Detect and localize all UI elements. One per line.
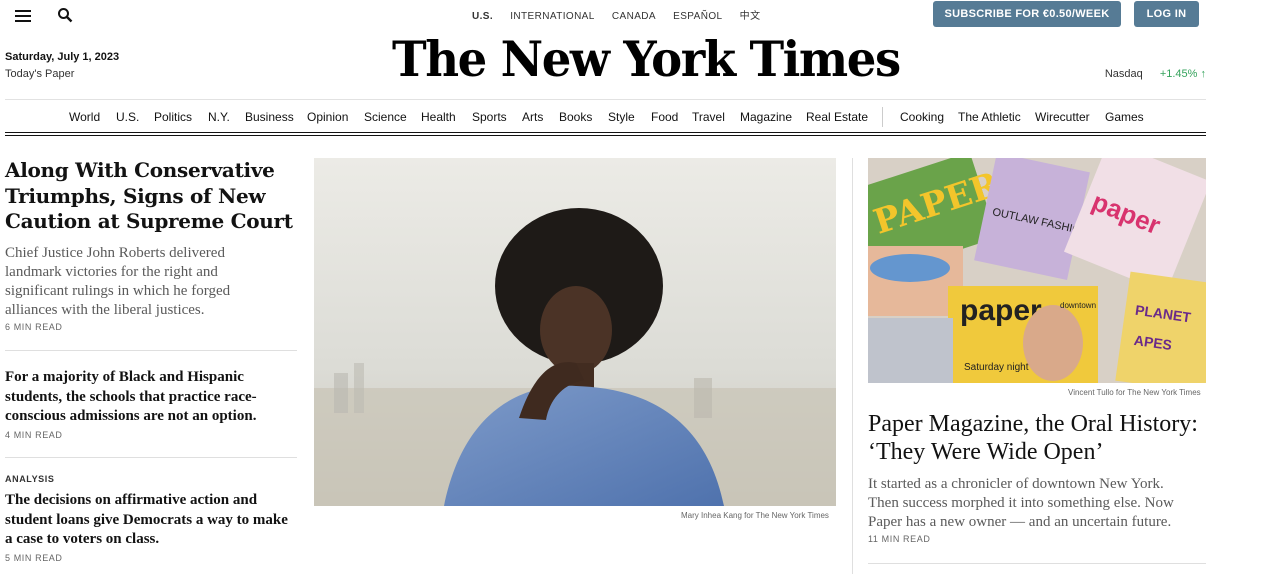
lead-photo-credit: Mary Inhea Kang for The New York Times — [681, 511, 829, 520]
collage-text: downtown — [1060, 301, 1096, 310]
nav-item-science[interactable]: Science — [364, 110, 407, 124]
right-photo[interactable]: PAPER OUTLAW FASHION paper paper Saturda… — [868, 158, 1206, 383]
nav-item-cooking[interactable]: Cooking — [900, 110, 944, 124]
market-ticker[interactable]: Nasdaq +1.45% ↑ — [1105, 68, 1206, 80]
story-divider — [868, 563, 1206, 564]
ticker-change: +1.45% ↑ — [1159, 68, 1206, 80]
nav-item-books[interactable]: Books — [559, 110, 592, 124]
nav-item-travel[interactable]: Travel — [692, 110, 725, 124]
lead-photo[interactable] — [314, 158, 836, 506]
nav-item-world[interactable]: World — [69, 110, 100, 124]
masthead-logo[interactable]: The New York Times — [392, 29, 901, 89]
nav-item-style[interactable]: Style — [608, 110, 635, 124]
nav-item-politics[interactable]: Politics — [154, 110, 192, 124]
double-rule-bottom — [5, 135, 1206, 136]
nav-divider — [882, 107, 883, 127]
login-button[interactable]: LOG IN — [1134, 1, 1199, 27]
right-summary: It started as a chronicler of downtown N… — [868, 476, 1174, 530]
nav-item-arts[interactable]: Arts — [522, 110, 543, 124]
header-divider — [5, 99, 1206, 100]
nav-item-us[interactable]: U.S. — [116, 110, 139, 124]
nav-item-games[interactable]: Games — [1105, 110, 1144, 124]
lead-summary: Chief Justice John Roberts delivered lan… — [5, 245, 231, 318]
nav-item-business[interactable]: Business — [245, 110, 294, 124]
story2-read-time: 4 MIN READ — [5, 430, 63, 440]
right-read-time: 11 MIN READ — [868, 534, 931, 544]
edition-chinese[interactable]: 中文 — [740, 11, 761, 22]
double-rule-top — [5, 132, 1206, 133]
ticker-name: Nasdaq — [1104, 68, 1143, 80]
story3-kicker: ANALYSIS — [5, 474, 55, 484]
edition-menu: U.S. INTERNATIONAL CANADA ESPAÑOL 中文 — [472, 7, 774, 22]
lead-headline[interactable]: Along With Conservative Triumphs, Signs … — [5, 158, 300, 235]
nav-item-wirecutter[interactable]: Wirecutter — [1035, 110, 1090, 124]
nav-item-ny[interactable]: N.Y. — [208, 110, 230, 124]
subscribe-button[interactable]: SUBSCRIBE FOR €0.50/WEEK — [933, 1, 1121, 27]
story-divider — [5, 457, 297, 458]
right-headline[interactable]: Paper Magazine, the Oral History: ‘They … — [868, 410, 1206, 466]
current-date: Saturday, July 1, 2023 — [5, 51, 120, 63]
right-photo-credit: Vincent Tullo for The New York Times — [1068, 388, 1201, 397]
nav-item-sports[interactable]: Sports — [472, 110, 507, 124]
edition-canada[interactable]: CANADA — [612, 11, 656, 22]
story3-headline[interactable]: The decisions on affirmative action and … — [5, 491, 295, 550]
nav-item-health[interactable]: Health — [421, 110, 456, 124]
story2-headline[interactable]: For a majority of Black and Hispanic stu… — [5, 368, 295, 427]
section-nav: World U.S. Politics N.Y. Business Opinio… — [0, 110, 1286, 126]
column-divider — [852, 158, 853, 574]
edition-international[interactable]: INTERNATIONAL — [510, 11, 594, 22]
nav-item-opinion[interactable]: Opinion — [307, 110, 348, 124]
search-icon[interactable] — [57, 7, 73, 23]
nav-item-the-athletic[interactable]: The Athletic — [958, 110, 1021, 124]
nav-item-magazine[interactable]: Magazine — [740, 110, 792, 124]
story-divider — [5, 350, 297, 351]
nav-item-food[interactable]: Food — [651, 110, 678, 124]
lead-read-time: 6 MIN READ — [5, 322, 63, 332]
todays-paper-link[interactable]: Today's Paper — [5, 68, 74, 80]
nav-item-real-estate[interactable]: Real Estate — [806, 110, 868, 124]
menu-icon[interactable] — [15, 9, 31, 22]
story3-read-time: 5 MIN READ — [5, 553, 63, 563]
edition-us[interactable]: U.S. — [472, 11, 493, 22]
edition-espanol[interactable]: ESPAÑOL — [673, 11, 722, 22]
